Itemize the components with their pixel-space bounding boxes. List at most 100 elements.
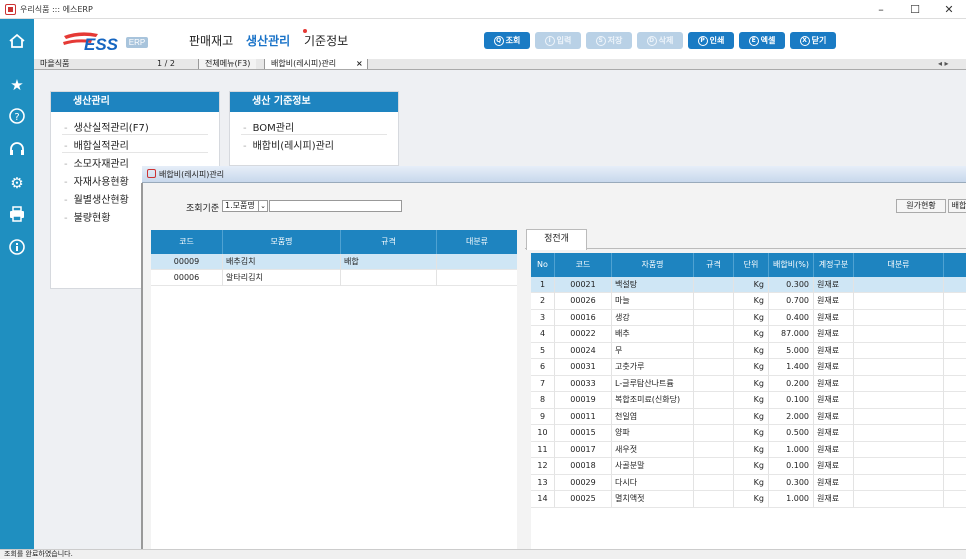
cell-8 [944, 491, 966, 507]
table-row[interactable]: 2 00026 마늘 Kg 0.700 원재료 [531, 293, 966, 310]
cell-7 [854, 441, 944, 458]
col-spec[interactable]: 규격 [694, 253, 734, 277]
table-row[interactable]: 7 00033 L-글루탐산나트륨 Kg 0.200 원재료 [531, 375, 966, 392]
settings-icon[interactable]: ⚙ [7, 173, 27, 193]
cell-1: 00033 [555, 375, 612, 392]
cell-8 [944, 359, 966, 375]
menu-item-defects[interactable]: - 불량현황 [64, 209, 110, 224]
input-button[interactable]: I 입력 [535, 32, 581, 49]
cell-3 [694, 276, 734, 293]
cell-3 [694, 425, 734, 441]
cell-4: Kg [734, 392, 769, 408]
menu-item-consumables[interactable]: - 소모자재관리 [64, 155, 129, 170]
menu-item-material-usage[interactable]: - 자재사용현황 [64, 173, 129, 188]
menu-item-recipe[interactable]: - 배합비(레시피)관리 [243, 137, 334, 152]
help-icon[interactable]: ? [7, 107, 27, 127]
app-icon [5, 3, 16, 15]
info-icon[interactable] [7, 238, 27, 258]
menu-item-production-results[interactable]: - 생산실적관리(F7) [64, 119, 149, 134]
table-row[interactable]: 9 00011 천일염 Kg 2.000 원재료 [531, 408, 966, 425]
menu-standards[interactable]: 기준정보 [304, 32, 348, 49]
tab-all-menu[interactable]: 전체메뉴(F3) [198, 59, 257, 69]
search-criteria-select[interactable]: 1.모품명 ⌄ [222, 200, 268, 212]
col-account-type[interactable]: 계정구분 [814, 253, 854, 277]
cell-2: 천일염 [612, 408, 694, 425]
menu-item-bom[interactable]: - BOM관리 [243, 119, 294, 134]
tab-nav-arrows[interactable]: ◂ ▸ [938, 59, 949, 69]
close-button[interactable]: X 닫기 [790, 32, 836, 49]
cell-8 [944, 392, 966, 408]
mix-button[interactable]: 배합 [948, 199, 966, 213]
cell-4: Kg [734, 425, 769, 441]
table-row[interactable]: 1 00021 백설탕 Kg 0.300 원재료 [531, 276, 966, 293]
cell-2: 배추 [612, 326, 694, 342]
col-unit[interactable]: 단위 [734, 253, 769, 277]
tab-recipe[interactable]: 배합비(레시피)관리 [264, 59, 368, 69]
excel-button[interactable]: E 엑셀 [739, 32, 785, 49]
table-row[interactable]: 11 00017 새우젓 Kg 1.000 원재료 [531, 441, 966, 458]
cell-2: 사골분말 [612, 458, 694, 474]
col-code[interactable]: 코드 [555, 253, 612, 277]
star-icon[interactable]: ★ [7, 75, 27, 95]
cost-status-button[interactable]: 원가현황 [896, 199, 946, 213]
col-mix-ratio[interactable]: 배합비(%) [769, 253, 814, 277]
table-row[interactable]: 3 00016 생강 Kg 0.400 원재료 [531, 309, 966, 326]
cell-0: 9 [531, 408, 555, 425]
menu-item-mix-results[interactable]: - 배합실적관리 [64, 137, 129, 152]
tab-close-icon[interactable]: × [356, 59, 363, 69]
table-row[interactable]: 4 00022 배추 Kg 87.000 원재료 [531, 326, 966, 343]
cell-7 [854, 425, 944, 441]
menu-production[interactable]: 생산관리 [246, 32, 290, 49]
printer-icon[interactable] [7, 205, 27, 225]
col-child-name[interactable]: 자품명 [612, 253, 694, 277]
col-no[interactable]: No [531, 253, 555, 277]
menu-sales-inventory[interactable]: 판매재고 [189, 32, 233, 49]
save-button[interactable]: S 저장 [586, 32, 632, 49]
table-row[interactable]: 00009 배추김치 배합 [151, 253, 517, 270]
table-row[interactable]: 13 00029 다시다 Kg 0.300 원재료 [531, 474, 966, 491]
table-row[interactable]: 10 00015 양파 Kg 0.500 원재료 [531, 425, 966, 442]
cell-8 [944, 277, 966, 293]
cell-8 [944, 310, 966, 326]
print-button[interactable]: P 인쇄 [688, 32, 734, 49]
cell-1: 00019 [555, 392, 612, 408]
query-button[interactable]: Q 조회 [484, 32, 530, 49]
cell-1: 00018 [555, 458, 612, 474]
cell-3 [694, 474, 734, 491]
cell-7 [854, 474, 944, 491]
cell-2: 고춧가루 [612, 359, 694, 375]
cell-6: 원재료 [814, 392, 854, 408]
ess-logo: ESS ERP [62, 30, 152, 54]
menu-item-monthly-production[interactable]: - 월별생산현황 [64, 191, 129, 206]
cell-3 [694, 375, 734, 392]
delete-button[interactable]: D 삭제 [637, 32, 683, 49]
cell-7 [854, 392, 944, 408]
parent-grid-header: 코드 모품명 규격 대분류 [151, 230, 517, 254]
headset-icon[interactable] [7, 140, 27, 160]
table-row[interactable]: 14 00025 멸치액젓 Kg 1.000 원재료 [531, 491, 966, 508]
cell-7 [854, 408, 944, 425]
cell-7 [854, 293, 944, 309]
table-row[interactable]: 5 00024 무 Kg 5.000 원재료 [531, 342, 966, 359]
cell-4: Kg [734, 491, 769, 507]
col-category[interactable]: 대분류 [437, 230, 517, 254]
table-row[interactable]: 8 00019 복합조미료(신화당) Kg 0.100 원재료 [531, 392, 966, 409]
table-row[interactable]: 12 00018 사골분말 Kg 0.100 원재료 [531, 458, 966, 475]
cell-8 [944, 343, 966, 359]
minimize-button[interactable]: – [864, 0, 898, 19]
col-category[interactable]: 대분류 [854, 253, 944, 277]
cell-8 [944, 475, 966, 491]
search-input[interactable] [269, 200, 402, 212]
table-row[interactable]: 6 00031 고춧가루 Kg 1.400 원재료 [531, 359, 966, 376]
svg-text:?: ? [14, 112, 19, 123]
close-window-button[interactable]: ✕ [932, 0, 966, 19]
maximize-button[interactable]: ☐ [898, 0, 932, 19]
home-icon[interactable] [7, 32, 27, 52]
col-code[interactable]: 코드 [151, 230, 223, 254]
tab-forward-expand[interactable]: 정전개 [526, 229, 587, 250]
cell-6: 원재료 [814, 293, 854, 309]
col-spec[interactable]: 규격 [341, 230, 437, 254]
col-parent-name[interactable]: 모품명 [223, 230, 341, 254]
table-row[interactable]: 00006 알타리김치 [151, 269, 517, 286]
cell-0: 3 [531, 309, 555, 326]
